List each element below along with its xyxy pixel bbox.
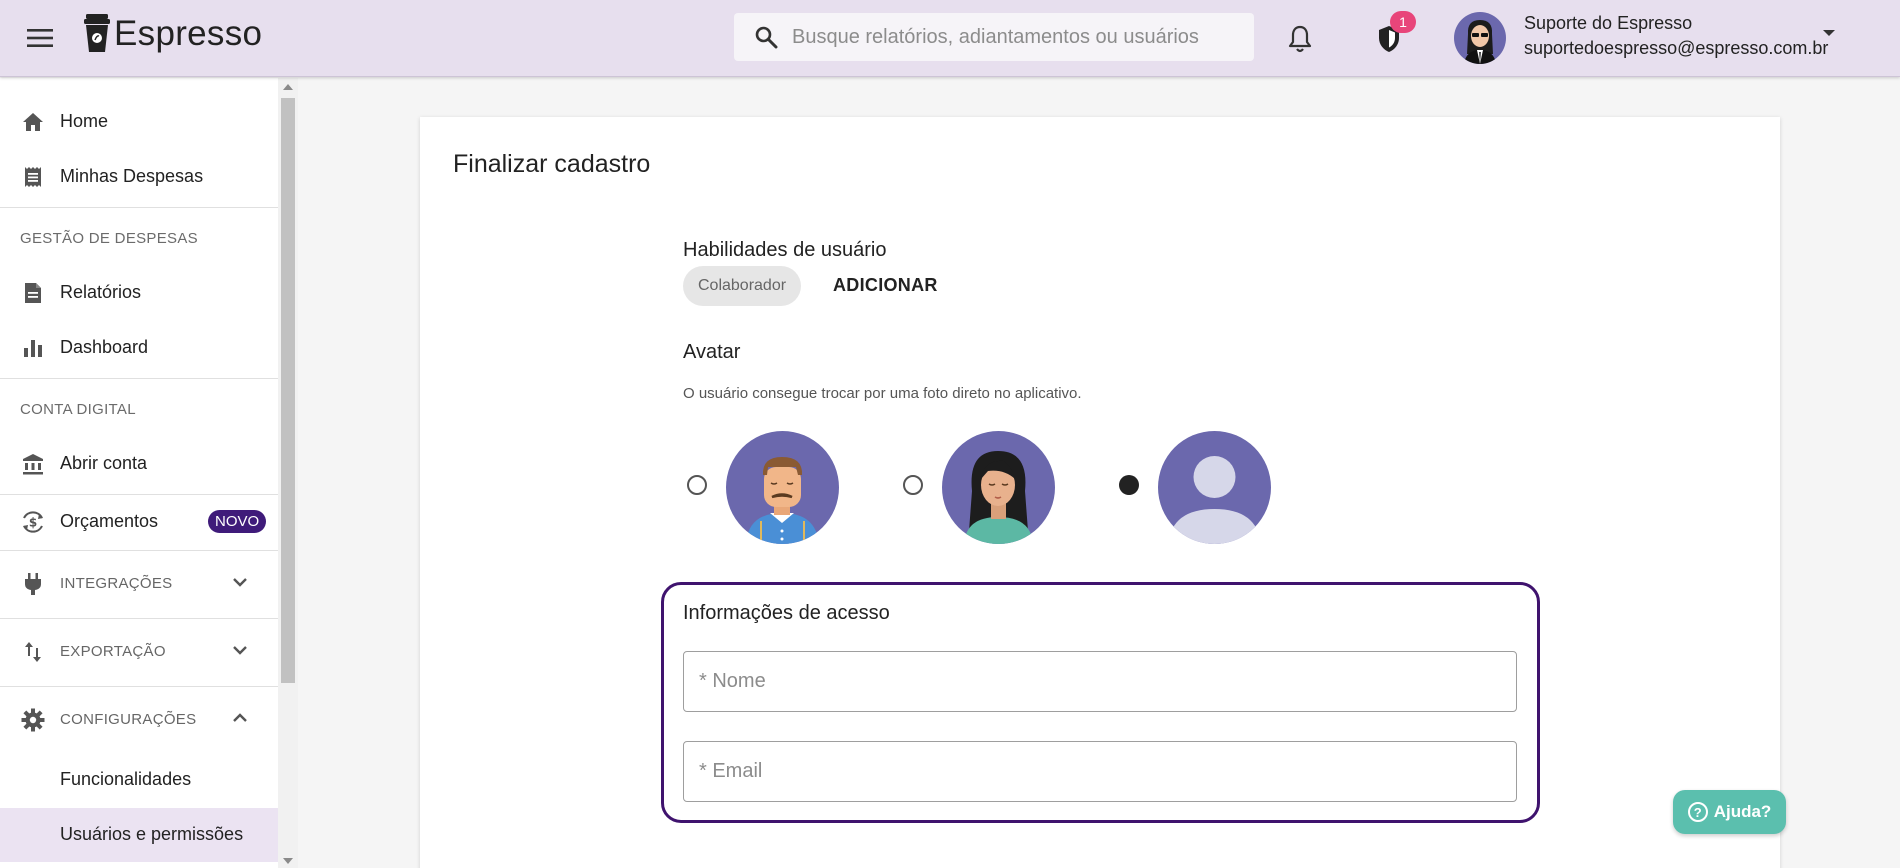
svg-text:$: $ <box>29 516 37 530</box>
sidebar-item-abrir-conta[interactable]: Abrir conta <box>0 438 278 490</box>
notifications-bell-icon[interactable] <box>1283 22 1317 56</box>
sidebar: Home Minhas Despesas GESTÃO DE DESPESAS … <box>0 78 278 868</box>
sidebar-item-exportacao[interactable]: EXPORTAÇÃO <box>0 619 278 685</box>
section-title-gestao: GESTÃO DE DESPESAS <box>20 230 198 247</box>
scroll-down-arrow-icon[interactable] <box>283 858 293 864</box>
bank-icon <box>20 451 46 477</box>
avatar-radio-man[interactable] <box>687 475 707 495</box>
sidebar-divider <box>0 378 278 379</box>
app-name: Espresso <box>114 14 263 53</box>
plug-icon <box>20 571 46 597</box>
avatar-option-default[interactable] <box>1158 431 1271 544</box>
sidebar-item-minhas-despesas[interactable]: Minhas Despesas <box>0 151 278 203</box>
sidebar-item-dashboard[interactable]: Dashboard <box>0 322 278 374</box>
avatar-label: Avatar <box>683 341 741 363</box>
access-info-section: Informações de acesso <box>661 582 1540 823</box>
user-email: suportedoespresso@espresso.com.br <box>1524 38 1829 58</box>
gear-icon <box>20 707 46 733</box>
user-profile-menu[interactable]: Suporte do Espresso suportedoespresso@es… <box>1452 11 1852 65</box>
budget-cycle-icon: $ <box>20 509 46 535</box>
top-app-bar: Espresso 1 Suporte do Espresso suportedo… <box>0 0 1900 77</box>
sidebar-divider <box>0 207 278 208</box>
sidebar-item-label: Dashboard <box>60 337 149 357</box>
sidebar-item-usuarios-permissoes[interactable]: Usuários e permissões <box>0 808 278 862</box>
access-info-title: Informações de acesso <box>683 602 890 624</box>
user-name: Suporte do Espresso <box>1524 13 1693 33</box>
sidebar-item-funcionalidades[interactable]: Funcionalidades <box>0 753 278 807</box>
sidebar-item-label: Relatórios <box>60 282 142 302</box>
finalize-registration-card: Finalizar cadastro Habilidades de usuári… <box>420 117 1780 868</box>
chevron-down-icon <box>1823 30 1835 36</box>
sidebar-item-label: Funcionalidades <box>60 769 192 789</box>
page-title: Finalizar cadastro <box>453 150 651 178</box>
email-field[interactable] <box>683 741 1517 802</box>
bar-chart-icon <box>20 335 46 361</box>
sidebar-item-integracoes[interactable]: INTEGRAÇÕES <box>0 551 278 617</box>
sidebar-item-label: Abrir conta <box>60 453 148 473</box>
question-mark-icon: ? <box>1687 802 1708 822</box>
chevron-down-icon <box>233 578 247 587</box>
sidebar-item-label: Orçamentos <box>60 511 159 531</box>
hamburger-menu-icon[interactable] <box>22 22 58 54</box>
email-input[interactable] <box>684 742 1516 801</box>
app-logo[interactable]: Espresso <box>84 14 262 54</box>
avatar-radio-woman[interactable] <box>903 475 923 495</box>
add-skill-button[interactable]: ADICIONAR <box>833 275 938 296</box>
sidebar-item-label: CONFIGURAÇÕES <box>60 711 197 728</box>
avatar-hint: O usuário consegue trocar por uma foto d… <box>683 385 1082 402</box>
avatar-option-man[interactable] <box>726 431 839 544</box>
avatar-radio-default[interactable] <box>1119 475 1139 495</box>
name-field[interactable] <box>683 651 1517 712</box>
global-search[interactable] <box>734 13 1254 61</box>
new-badge: NOVO <box>208 510 267 533</box>
coffee-cup-icon <box>84 14 110 52</box>
sidebar-item-configuracoes[interactable]: CONFIGURAÇÕES <box>0 687 278 753</box>
user-avatar <box>1454 12 1506 64</box>
document-icon <box>20 280 46 306</box>
sidebar-item-relatorios[interactable]: Relatórios <box>0 267 278 319</box>
help-button[interactable]: ? Ajuda? <box>1673 790 1786 834</box>
chevron-up-icon <box>233 713 247 722</box>
skills-label: Habilidades de usuário <box>683 239 887 261</box>
search-input[interactable] <box>792 25 1212 49</box>
name-input[interactable] <box>684 652 1516 711</box>
sidebar-item-label: Usuários e permissões <box>60 824 244 844</box>
receipt-icon <box>20 164 46 190</box>
sidebar-item-label: INTEGRAÇÕES <box>60 575 173 592</box>
sidebar-item-label: Home <box>60 111 109 131</box>
search-icon <box>754 25 778 49</box>
sidebar-item-label: EXPORTAÇÃO <box>60 643 166 660</box>
sidebar-scrollbar[interactable] <box>278 78 298 868</box>
avatar-option-woman[interactable] <box>942 431 1055 544</box>
sidebar-item-home[interactable]: Home <box>0 96 278 148</box>
help-label: Ajuda? <box>1713 802 1772 821</box>
sidebar-item-label: Minhas Despesas <box>60 166 204 186</box>
skill-chip-colaborador[interactable]: Colaborador <box>683 266 802 306</box>
section-title-conta: CONTA DIGITAL <box>20 401 136 418</box>
chevron-down-icon <box>233 646 247 655</box>
sidebar-item-orcamentos[interactable]: $ Orçamentos NOVO <box>0 495 278 549</box>
security-badge-count: 1 <box>1390 11 1416 33</box>
scroll-thumb[interactable] <box>281 98 295 683</box>
import-export-icon <box>20 639 46 665</box>
home-icon <box>20 109 46 135</box>
scroll-up-arrow-icon[interactable] <box>283 84 293 90</box>
